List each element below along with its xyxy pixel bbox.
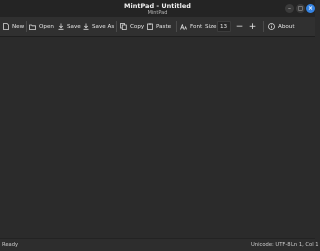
save-as-icon: [83, 23, 89, 30]
paste-label: Paste: [156, 23, 172, 30]
about-button[interactable]: About: [268, 20, 295, 33]
save-as-button[interactable]: Save As: [83, 20, 114, 33]
title-bar: MintPad - Untitled MintPad – ▢ ×: [0, 0, 315, 18]
info-icon: [268, 23, 275, 30]
copy-icon: [120, 23, 127, 30]
font-label: Font: [190, 23, 203, 30]
paste-button[interactable]: Paste: [147, 20, 171, 33]
encoding-indicator: Unicode: UTF-8: [251, 242, 291, 248]
save-label: Save: [67, 23, 81, 30]
maximize-icon: ▢: [297, 5, 304, 12]
font-icon: [180, 23, 187, 30]
about-label: About: [278, 23, 295, 30]
new-button[interactable]: New: [3, 20, 24, 33]
save-as-label: Save As: [92, 23, 115, 30]
cursor-position: Ln 1, Col 1: [291, 242, 319, 248]
copy-label: Copy: [130, 23, 145, 30]
status-bar: Ready Unicode: UTF-8 Ln 1, Col 1: [0, 238, 319, 251]
minimize-button[interactable]: –: [285, 4, 294, 13]
close-icon: ×: [307, 5, 314, 12]
new-label: New: [12, 23, 25, 30]
window-subtitle: MintPad: [147, 10, 168, 16]
open-icon: [29, 24, 36, 30]
toolbar-separator: [176, 21, 177, 32]
toolbar: New Open Save Save As Copy Paste Font Si…: [0, 17, 315, 37]
toolbar-separator: [116, 21, 117, 32]
open-label: Open: [39, 23, 54, 30]
minimize-icon: –: [288, 5, 291, 12]
new-icon: [3, 23, 9, 30]
font-size-field[interactable]: 13: [217, 21, 231, 32]
size-label: Size: [205, 23, 217, 30]
close-button[interactable]: ×: [306, 4, 315, 13]
decrease-font-button[interactable]: −: [235, 20, 244, 33]
increase-font-button[interactable]: +: [248, 20, 257, 33]
save-button[interactable]: Save: [58, 20, 81, 33]
window-title: MintPad - Untitled: [124, 2, 191, 10]
toolbar-separator: [26, 21, 27, 32]
open-button[interactable]: Open: [29, 20, 54, 33]
copy-button[interactable]: Copy: [120, 20, 144, 33]
status-message: Ready: [2, 242, 19, 248]
save-icon: [58, 23, 64, 30]
font-button[interactable]: Font: [180, 20, 202, 33]
maximize-button[interactable]: ▢: [296, 4, 305, 13]
paste-icon: [147, 23, 153, 30]
text-editor[interactable]: [0, 37, 315, 238]
toolbar-separator: [263, 21, 264, 32]
